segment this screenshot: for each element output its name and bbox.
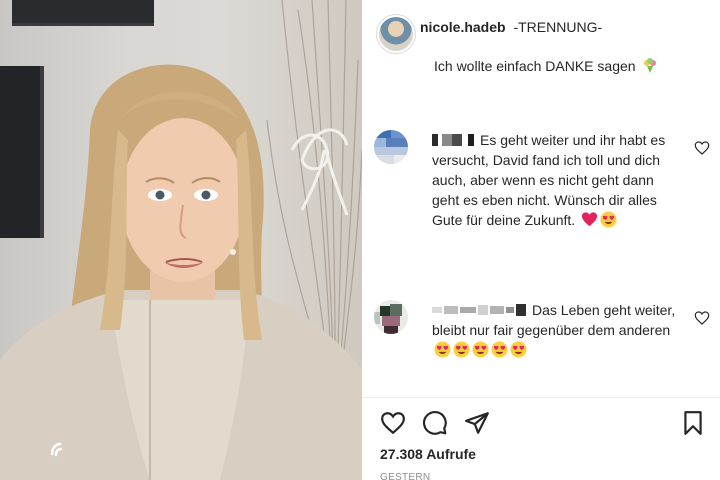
comment-button[interactable] [420,408,450,438]
heart-eyes-emoji-icon [491,341,508,358]
heart-eyes-emoji-icon [453,341,470,358]
share-icon [465,412,489,434]
save-icon [684,411,702,435]
like-comment-heart-icon[interactable] [694,310,710,326]
heart-eyes-emoji-icon [510,341,527,358]
share-button[interactable] [462,408,492,438]
like-icon [381,412,405,435]
post-timestamp: GESTERN [380,472,431,480]
caption-title: -TRENNUNG- [513,19,603,35]
commenter-avatar[interactable] [374,130,408,164]
view-count[interactable]: 27.308 Aufrufe [380,446,476,462]
blurred-username [432,134,474,146]
heart-eyes-emoji-icon [434,341,451,358]
caption-body: Ich wollte einfach DANKE sagen [434,58,658,74]
username-link[interactable]: nicole.hadeb [420,19,506,35]
red-heart-icon [582,212,598,227]
comment-body: Es geht weiter und ihr habt es versucht,… [432,132,666,228]
comment-item: Das Leben geht weiter, bleibt nur fair g… [374,300,710,370]
profile-picture [379,17,413,51]
watermark-logo-icon [50,442,63,457]
like-comment-heart-icon[interactable] [694,140,710,156]
save-button[interactable] [678,408,708,438]
blurred-username [432,304,526,316]
video-player[interactable] [0,0,362,480]
commenter-avatar[interactable] [374,300,408,334]
heart-eyes-emoji-icon [472,341,489,358]
section-divider [362,397,720,398]
comment-emojis [434,341,527,358]
comment-item: Es geht weiter und ihr habt es versucht,… [374,130,710,250]
action-bar [378,408,708,440]
comment-text-block: Es geht weiter und ihr habt es versucht,… [432,130,682,230]
avatar[interactable] [376,14,416,54]
comment-icon [423,411,447,435]
post-panel: nicole.hadeb -TRENNUNG- Ich wollte einfa… [362,0,720,480]
heart-eyes-emoji-icon [600,211,617,228]
bouquet-emoji-icon [644,58,657,73]
person-in-video [0,64,362,480]
caption-header: nicole.hadeb -TRENNUNG- [420,19,602,35]
caption-text: Ich wollte einfach DANKE sagen [434,58,636,74]
comment-emojis [581,211,617,228]
comment-text-block: Das Leben geht weiter, bleibt nur fair g… [432,300,682,360]
like-button[interactable] [378,408,408,438]
